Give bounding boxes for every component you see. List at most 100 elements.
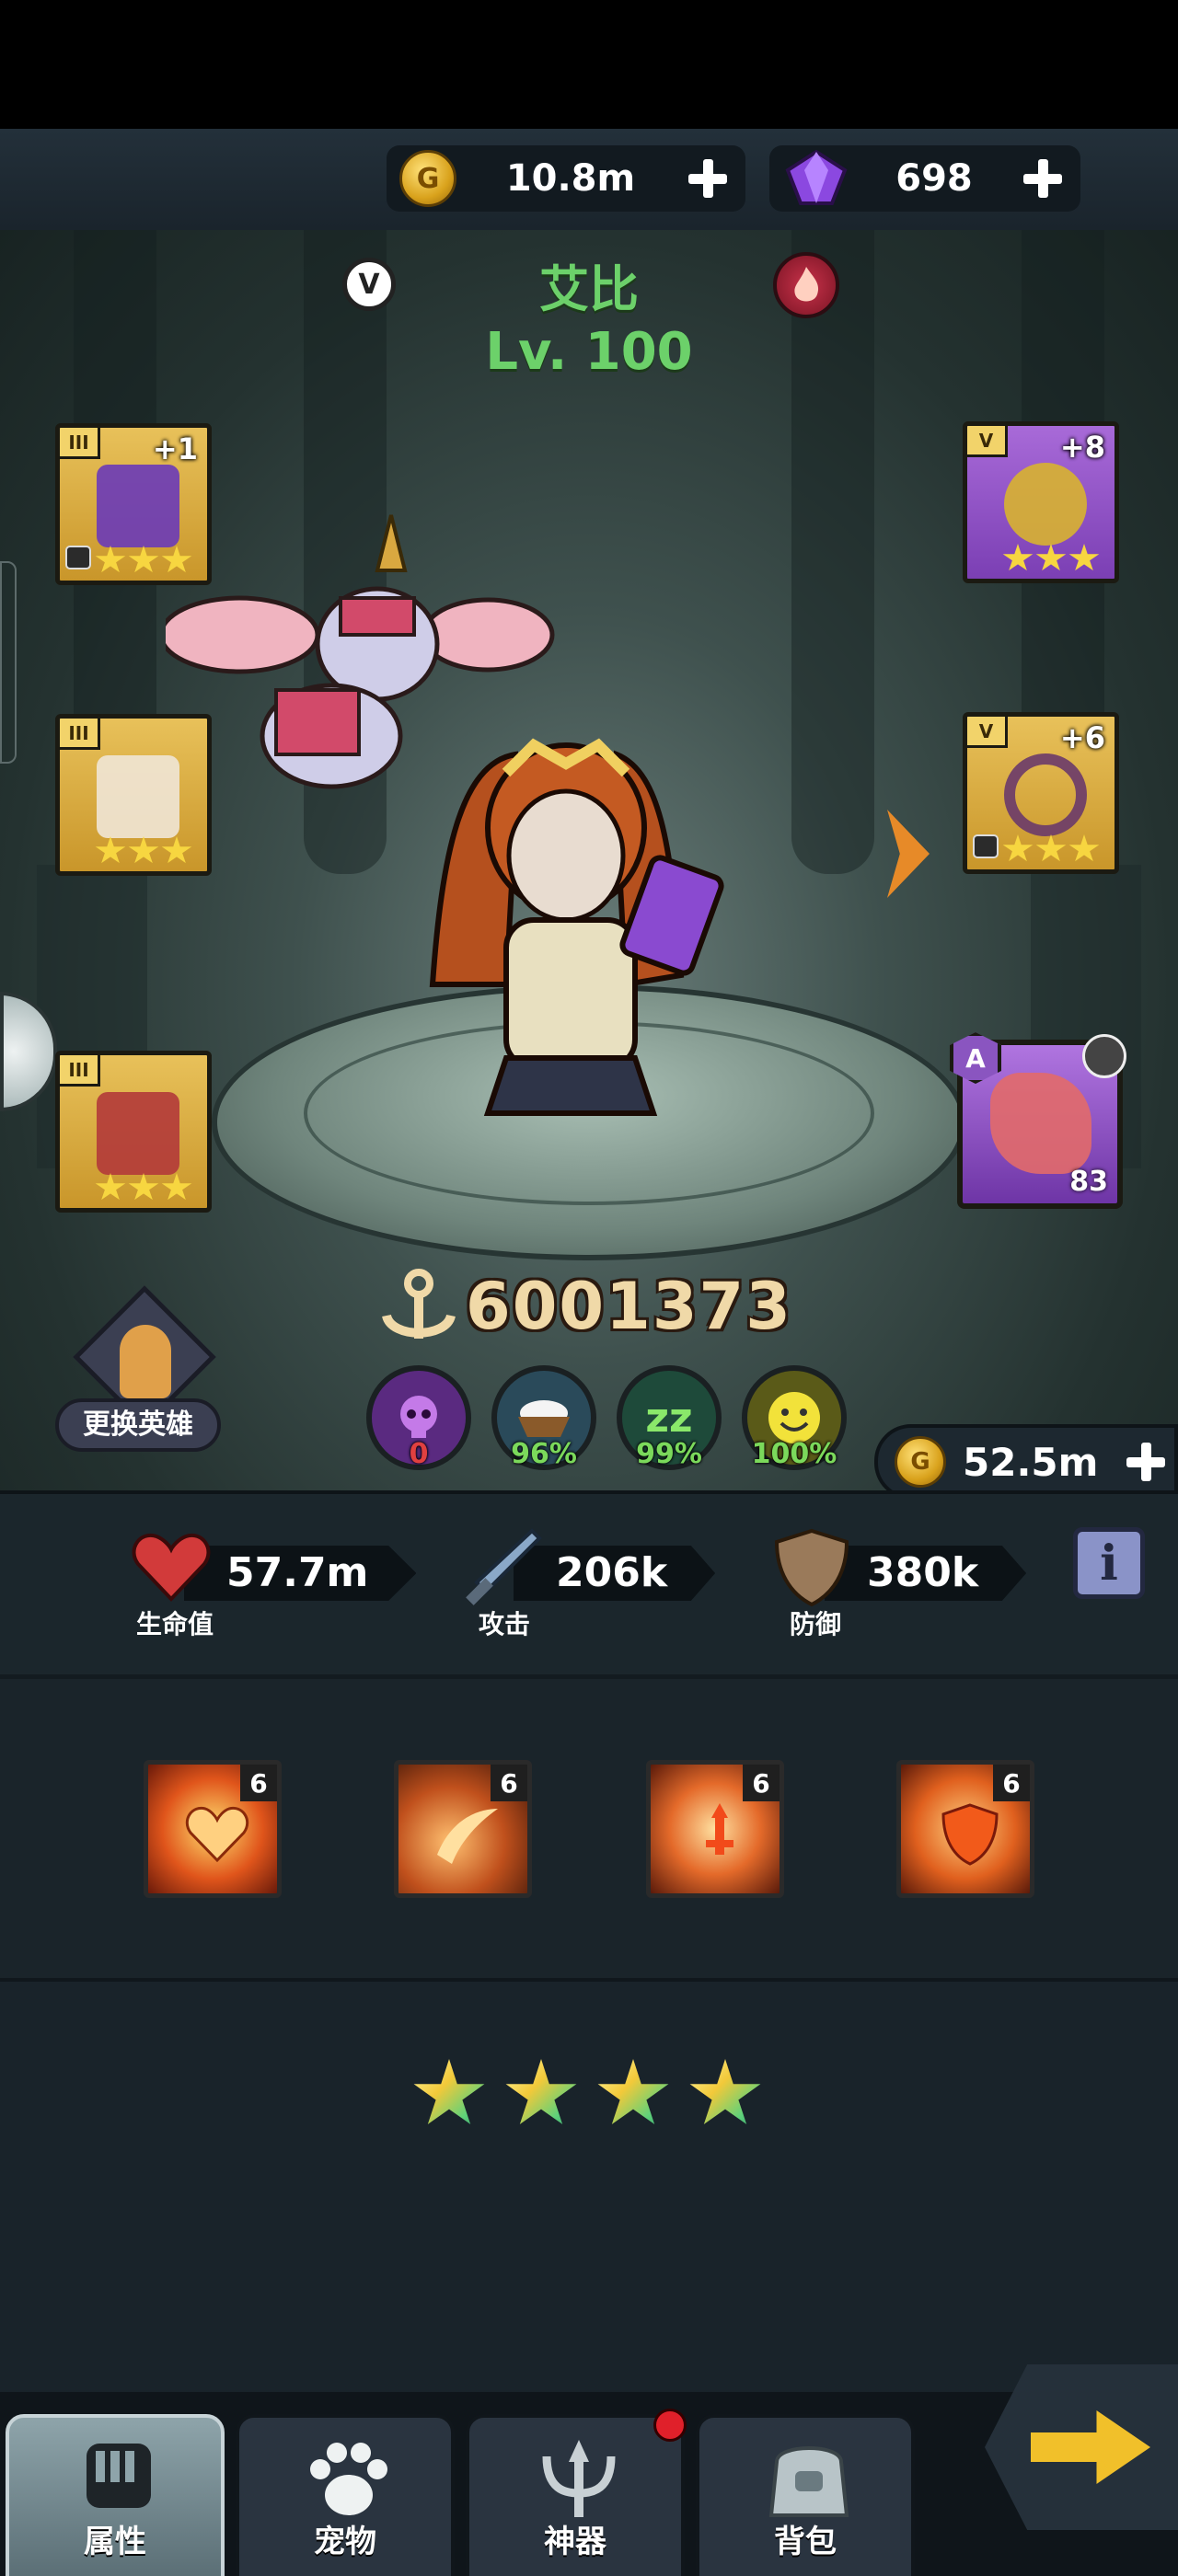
shield-icon (774, 1528, 849, 1607)
equipment-slot-belt[interactable]: III (55, 1051, 212, 1213)
item-stars (95, 1173, 192, 1202)
tier-badge: III (60, 1055, 100, 1087)
skill-level: 6 (743, 1765, 780, 1801)
gem-counter: 698 (769, 145, 1080, 212)
item-stars (95, 836, 192, 866)
shield-burst-skill-icon[interactable]: 6 (896, 1760, 1034, 1898)
skill-level: 6 (240, 1765, 277, 1801)
skull-icon[interactable]: 0 (366, 1365, 471, 1470)
ring-icon (1004, 463, 1087, 546)
gem-value: 698 (895, 157, 973, 200)
stat-attack: 206k 攻击 (458, 1525, 734, 1639)
fire-slash-skill-icon[interactable]: 6 (394, 1760, 532, 1898)
swap-hero-button[interactable]: 更换英雄 (55, 1285, 230, 1463)
equipment-slot-weapon[interactable]: III +1 (55, 423, 212, 585)
heart-burst-skill-icon[interactable]: 6 (144, 1760, 282, 1898)
necklace-icon (1004, 753, 1087, 836)
vip-badge: V (342, 258, 396, 311)
purple-gem-icon (785, 150, 848, 205)
gold-value: 10.8m (505, 157, 636, 200)
stat-hp: 57.7m 生命值 (129, 1525, 417, 1639)
smile-icon[interactable]: 100% (742, 1365, 847, 1470)
belt-armor-icon (97, 1092, 179, 1175)
sword-burst-skill-icon[interactable]: 6 (646, 1760, 784, 1898)
trident-icon (542, 2440, 616, 2517)
equipment-slot-necklace[interactable]: V +6 (963, 712, 1119, 874)
swap-hero-label: 更换英雄 (55, 1398, 221, 1452)
status-badges: 0 96% zz 99% 100% (366, 1365, 847, 1470)
bag-icon (768, 2446, 849, 2517)
item-stars (1002, 544, 1100, 573)
attack-label: 攻击 (478, 1609, 530, 1639)
weapon-icon (97, 465, 179, 547)
level-up-cost[interactable]: G 52.5m (874, 1424, 1178, 1500)
person-icon (120, 1325, 171, 1398)
hp-value: 57.7m (184, 1546, 417, 1601)
star-icon (413, 2059, 485, 2124)
stats-bar: 57.7m 生命值 206k 攻击 380k 防御 i (0, 1490, 1178, 1674)
stat-defense: 380k 防御 (769, 1525, 1045, 1639)
add-gold-button[interactable] (685, 155, 731, 201)
enhance-level: +8 (1059, 430, 1105, 465)
skill-level: 6 (993, 1765, 1030, 1801)
enhance-level: +1 (152, 431, 198, 466)
hero-name: 艾比 (539, 260, 639, 318)
equipment-slot-ring[interactable]: V +8 (963, 421, 1119, 583)
gold-coin-icon: G (895, 1436, 946, 1488)
defense-value: 380k (825, 1546, 1027, 1601)
tab-label: 背包 (774, 2524, 837, 2560)
paw-icon (310, 2443, 387, 2515)
add-gems-button[interactable] (1020, 155, 1066, 201)
tier-badge: V (967, 717, 1008, 748)
badge-value: 96% (511, 1438, 577, 1470)
side-notch (0, 561, 17, 764)
tab-bag[interactable]: 背包 (696, 2414, 915, 2576)
skills-panel: 6 6 6 6 (0, 1674, 1178, 1978)
tier-badge: III (60, 719, 100, 750)
hero-power: 6001373 (377, 1260, 819, 1352)
tab-label: 神器 (544, 2524, 606, 2560)
tab-label: 宠物 (314, 2524, 376, 2560)
star-icon (597, 2059, 669, 2124)
food-bowl-icon[interactable]: 96% (491, 1365, 596, 1470)
artifact-level: 83 (1069, 1166, 1108, 1198)
badge-value: 99% (636, 1438, 702, 1470)
gold-counter: G 10.8m (387, 145, 745, 212)
lock-icon (973, 834, 999, 858)
tier-badge: III (60, 428, 100, 459)
armor-icon (97, 755, 179, 838)
badge-value: 0 (409, 1438, 429, 1470)
next-arrow-icon[interactable] (887, 810, 930, 898)
anchor-power-icon (382, 1269, 456, 1339)
attack-value: 206k (514, 1546, 716, 1601)
sword-icon (466, 1528, 542, 1605)
lock-icon (1082, 1034, 1126, 1078)
artifact-slot[interactable]: A 83 (950, 1032, 1126, 1209)
sleep-icon[interactable]: zz 99% (617, 1365, 722, 1470)
notification-dot (653, 2409, 687, 2442)
fist-icon (87, 2444, 151, 2508)
tab-pets[interactable]: 宠物 (236, 2414, 455, 2576)
hero-character[interactable] (405, 708, 773, 1150)
currency-bar: G 10.8m 698 (0, 129, 1178, 230)
gold-coin-icon: G (399, 150, 456, 207)
equipment-slot-armor[interactable]: III (55, 714, 212, 876)
tab-attributes[interactable]: 属性 (6, 2414, 225, 2576)
hero-star-rating (412, 2059, 762, 2131)
status-bar-area (0, 0, 1178, 129)
level-up-plus-button[interactable] (1123, 1439, 1169, 1485)
level-up-cost-value: 52.5m (963, 1439, 1099, 1485)
defense-label: 防御 (789, 1609, 841, 1639)
item-stars (95, 546, 192, 575)
fire-icon (773, 252, 839, 318)
info-button[interactable]: i (1073, 1527, 1145, 1599)
curtain-decoration (791, 230, 874, 874)
power-value: 6001373 (466, 1269, 792, 1344)
item-stars (1002, 834, 1100, 864)
tier-badge: V (967, 426, 1008, 457)
hero-stars-panel (0, 1978, 1178, 2392)
heart-icon (132, 1533, 211, 1602)
lock-icon (65, 546, 91, 569)
tab-artifacts[interactable]: 神器 (466, 2414, 685, 2576)
tab-label: 属性 (84, 2524, 146, 2560)
